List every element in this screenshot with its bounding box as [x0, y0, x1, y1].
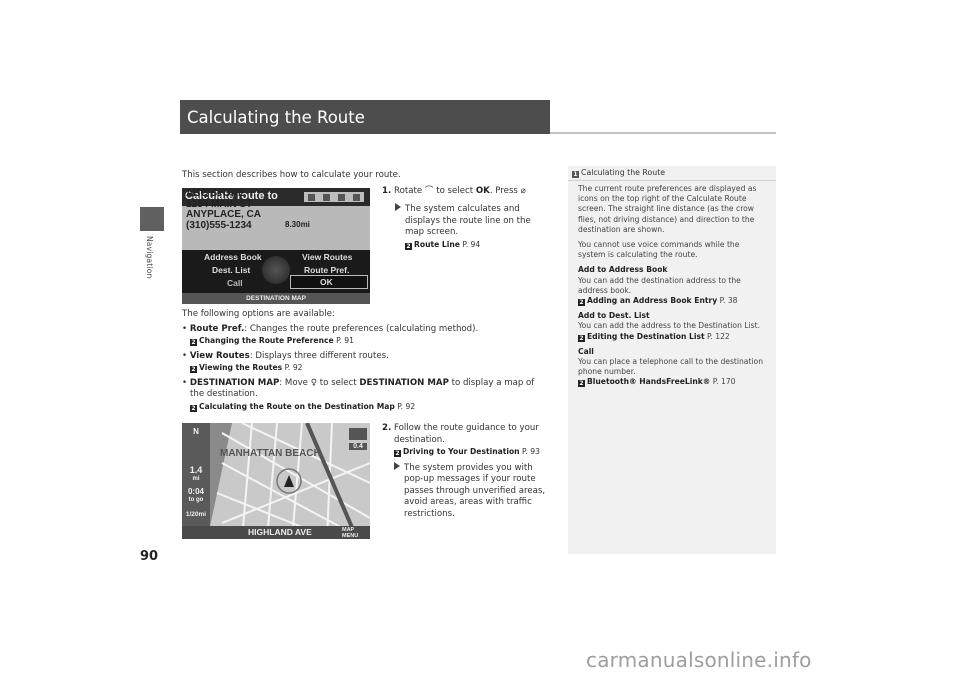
xref-destination-map[interactable]: 2 Calculating the Route on the Destinatio…	[182, 401, 562, 413]
xref-destination-list[interactable]: 2 Editing the Destination List P. 122	[578, 332, 774, 342]
step-2-instruction: 2. Follow the route guidance to your des…	[382, 423, 546, 519]
xref-icon: 2	[405, 242, 412, 250]
page-number: 90	[140, 549, 159, 564]
result-arrow-icon	[395, 203, 401, 211]
interface-dial-icon	[262, 256, 290, 284]
calculate-route-screenshot: Calculate route to ABC STORE 1234 MAIN S…	[182, 188, 370, 304]
section-label: Navigation	[145, 236, 154, 279]
interface-dial-move-icon: ♀	[310, 377, 318, 388]
menu-ok: OK	[320, 277, 333, 287]
options-heading: The following options are available:	[182, 309, 335, 319]
xref-route-line[interactable]: 2 Route Line P. 94	[395, 239, 531, 251]
watermark: carmanualsonline.info	[586, 648, 812, 672]
distance-readout: 8.30mi	[285, 220, 310, 229]
option-view-routes: • View Routes: Displays three different …	[182, 350, 389, 361]
interface-dial-rotate-icon: ⌒	[424, 186, 434, 196]
menu-dest-list: Dest. List	[212, 265, 251, 275]
xref-driving-destination[interactable]: 2 Driving to Your Destination P. 93	[382, 446, 545, 458]
distance-to-go: 1.4	[189, 465, 203, 475]
xref-handsfreelink[interactable]: 2 Bluetooth® HandsFreeLink® P. 170	[578, 377, 774, 388]
time-to-go: 0:04	[187, 487, 204, 496]
menu-call: Call	[227, 278, 243, 288]
step-1-instruction: 1. Rotate ⌒ to select OK. Press ⌀	[382, 186, 526, 196]
result-arrow-icon	[394, 461, 400, 470]
page-title: Calculating the Route	[187, 108, 365, 127]
note-icon: 1	[572, 171, 579, 178]
right-distance: 0.4	[349, 443, 367, 450]
xref-viewing-routes[interactable]: 2 Viewing the Routes P. 92	[182, 362, 562, 374]
route-preference-icons	[304, 192, 364, 202]
interface-dial-press-icon: ⌀	[520, 186, 526, 196]
xref-changing-route-pref[interactable]: 2 Changing the Route Preference P. 91	[182, 335, 562, 347]
options-list: The following options are available: • R…	[182, 309, 562, 412]
map-roads	[216, 423, 370, 539]
title-rule	[550, 132, 776, 134]
intro-text: This section describes how to calculate …	[182, 170, 401, 180]
destination-address: ABC STORE 1234 MAIN ST ANYPLACE, CA (310…	[186, 188, 262, 231]
xref-address-book-entry[interactable]: 2 Adding an Address Book Entry P. 38	[578, 296, 774, 307]
map-menu-label: MAP MENU	[342, 527, 359, 539]
destination-map-screenshot: MANHATTAN BEACH N 1.4 mi 0:04 to go 1/20…	[182, 423, 370, 539]
section-tab-marker	[140, 207, 164, 231]
map-city-label: MANHATTAN BEACH	[220, 448, 321, 459]
route-icon	[349, 428, 367, 440]
menu-address-book: Address Book	[204, 252, 262, 262]
map-scale: 1/20mi	[185, 511, 207, 518]
step-1-result: The system calculates and displays the r…	[395, 203, 531, 250]
menu-view-routes: View Routes	[302, 252, 353, 262]
current-street: HIGHLAND AVE	[248, 527, 312, 537]
menu-destination-map: DESTINATION MAP	[182, 293, 370, 304]
menu-route-pref: Route Pref.	[304, 265, 350, 275]
option-route-pref: • Route Pref.: Changes the route prefere…	[182, 323, 479, 334]
side-note-content: The current route preferences are displa…	[578, 184, 774, 388]
option-destination-map: • DESTINATION MAP: Move ♀ to select DEST…	[182, 377, 535, 388]
side-note-title: 1 Calculating the Route	[572, 168, 666, 178]
